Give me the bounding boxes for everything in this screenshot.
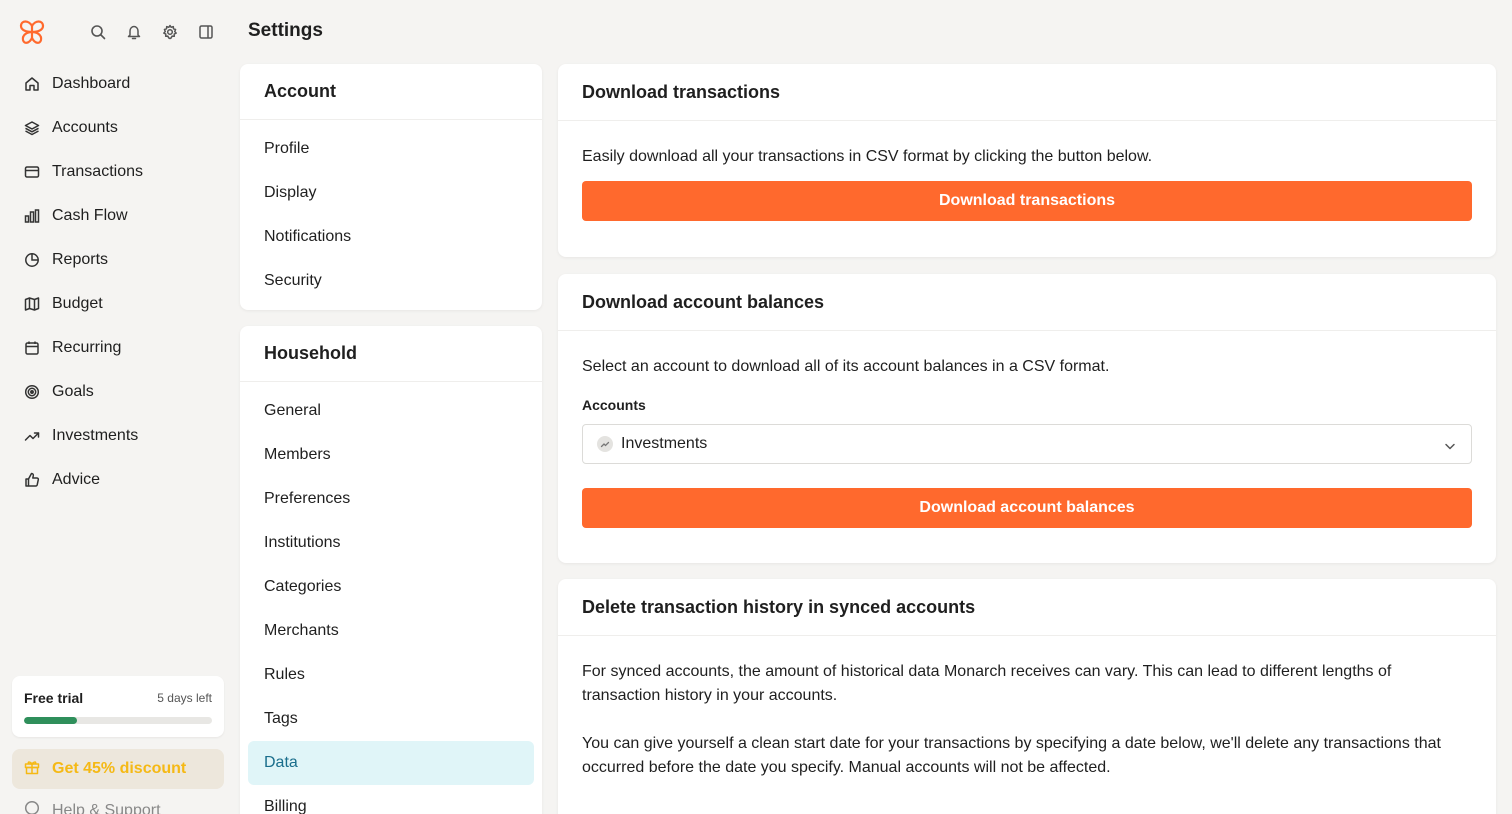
sidebar-item-label: Dashboard (52, 75, 131, 92)
sidebar-item-label: Reports (52, 251, 109, 268)
calendar-icon (24, 340, 40, 356)
settings-item-preferences[interactable]: Preferences (240, 477, 542, 521)
download-transactions-description: Easily download all your transactions in… (582, 148, 1153, 165)
map-icon (24, 296, 40, 312)
free-trial-card[interactable]: Free trial 5 days left (12, 676, 224, 737)
help-support-link[interactable]: Help & Support (24, 800, 161, 814)
sidebar-item-label: Advice (52, 471, 101, 488)
sidebar-item-goals[interactable]: Goals (12, 370, 224, 414)
settings-item-tags[interactable]: Tags (240, 697, 542, 741)
settings-item-merchants[interactable]: Merchants (240, 609, 542, 653)
delete-history-card: Delete transaction history in synced acc… (558, 579, 1496, 814)
sidebar-item-label: Cash Flow (52, 207, 128, 224)
settings-item-members[interactable]: Members (240, 433, 542, 477)
sidebar-item-label: Budget (52, 295, 103, 312)
help-icon (24, 800, 40, 814)
sidebar-item-transactions[interactable]: Transactions (12, 150, 224, 194)
household-section-title: Household (240, 326, 542, 382)
delete-history-paragraph-1: For synced accounts, the amount of histo… (582, 663, 1392, 704)
gift-icon (24, 759, 40, 780)
sidebar-item-reports[interactable]: Reports (12, 238, 224, 282)
delete-history-title: Delete transaction history in synced acc… (558, 579, 1496, 636)
delete-history-paragraph-2: You can give yourself a clean start date… (582, 735, 1441, 776)
download-balances-button[interactable]: Download account balances (582, 488, 1472, 528)
layers-icon (24, 120, 40, 136)
sidebar-nav: Dashboard Accounts Transactions Cash Flo… (12, 62, 224, 502)
household-settings-menu: Household General Members Preferences In… (240, 326, 542, 814)
sidebar-item-label: Goals (52, 383, 94, 400)
trial-label: Free trial (24, 690, 84, 706)
settings-item-data[interactable]: Data (248, 741, 534, 785)
download-balances-card: Download account balances Select an acco… (558, 274, 1496, 563)
page-title: Settings (248, 20, 323, 41)
home-icon (24, 76, 40, 92)
account-select[interactable]: Investments (582, 424, 1472, 464)
sidebar-item-label: Recurring (52, 339, 122, 356)
help-label: Help & Support (52, 801, 161, 814)
search-icon[interactable] (88, 22, 108, 42)
sidebar-item-label: Investments (52, 427, 139, 444)
sidebar-item-advice[interactable]: Advice (12, 458, 224, 502)
trial-progress-fill (24, 717, 77, 724)
download-transactions-button[interactable]: Download transactions (582, 181, 1472, 221)
selected-account-value: Investments (621, 435, 708, 452)
account-settings-menu: Account Profile Display Notifications Se… (240, 64, 542, 310)
settings-item-general[interactable]: General (240, 389, 542, 433)
settings-item-rules[interactable]: Rules (240, 653, 542, 697)
sidebar-item-budget[interactable]: Budget (12, 282, 224, 326)
settings-item-display[interactable]: Display (240, 171, 542, 215)
download-balances-description: Select an account to download all of its… (582, 358, 1110, 375)
sidebar-item-label: Accounts (52, 119, 118, 136)
bell-icon[interactable] (124, 22, 144, 42)
sidebar: Dashboard Accounts Transactions Cash Flo… (0, 0, 236, 814)
pie-chart-icon (24, 252, 40, 268)
sidebar-header (0, 0, 236, 64)
chevron-down-icon (1443, 437, 1457, 461)
thumbs-up-icon (24, 472, 40, 488)
settings-item-profile[interactable]: Profile (240, 127, 542, 171)
settings-item-categories[interactable]: Categories (240, 565, 542, 609)
credit-card-icon (24, 164, 40, 180)
trial-days-left: 5 days left (157, 691, 212, 705)
gear-icon[interactable] (160, 22, 180, 42)
trial-progress-bar (24, 717, 212, 724)
trending-up-icon (597, 436, 613, 452)
sidebar-item-cash-flow[interactable]: Cash Flow (12, 194, 224, 238)
bar-chart-icon (24, 208, 40, 224)
sidebar-item-accounts[interactable]: Accounts (12, 106, 224, 150)
settings-item-security[interactable]: Security (240, 259, 542, 303)
download-balances-title: Download account balances (558, 274, 1496, 331)
trending-up-icon (24, 428, 40, 444)
accounts-field-label: Accounts (582, 397, 646, 413)
sidebar-item-recurring[interactable]: Recurring (12, 326, 224, 370)
settings-item-notifications[interactable]: Notifications (240, 215, 542, 259)
download-transactions-card: Download transactions Easily download al… (558, 64, 1496, 257)
target-icon (24, 384, 40, 400)
sidebar-item-label: Transactions (52, 163, 143, 180)
settings-item-institutions[interactable]: Institutions (240, 521, 542, 565)
sidebar-item-dashboard[interactable]: Dashboard (12, 62, 224, 106)
download-transactions-title: Download transactions (558, 64, 1496, 121)
butterfly-logo-icon[interactable] (18, 18, 46, 46)
settings-item-billing[interactable]: Billing (240, 785, 542, 814)
sidebar-toggle-icon[interactable] (196, 22, 216, 42)
discount-button[interactable]: Get 45% discount (12, 749, 224, 789)
sidebar-item-investments[interactable]: Investments (12, 414, 224, 458)
account-section-title: Account (240, 64, 542, 120)
discount-label: Get 45% discount (52, 760, 187, 777)
